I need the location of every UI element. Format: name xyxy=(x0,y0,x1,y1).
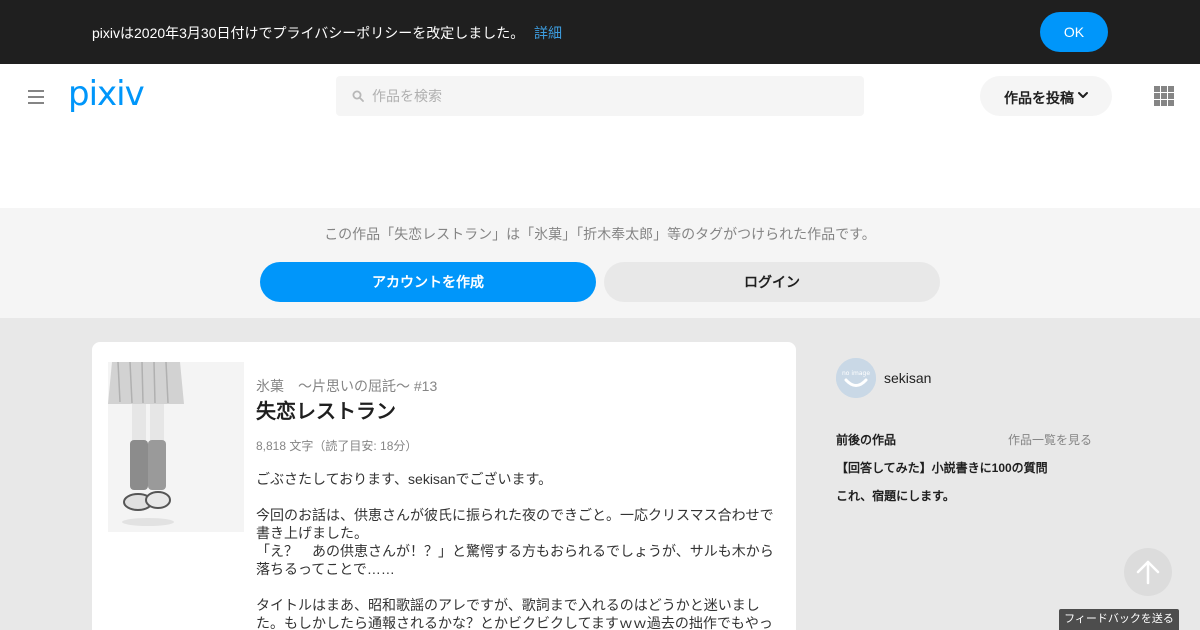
login-button[interactable]: ログイン xyxy=(604,262,940,302)
feedback-button[interactable]: フィードバックを送る xyxy=(1059,609,1179,630)
cover-illustration xyxy=(108,362,244,532)
caption-spacer xyxy=(256,578,780,596)
post-work-label: 作品を投稿 xyxy=(1004,90,1074,106)
next-work-link[interactable]: 【回答してみた】小説書きに100の質問 xyxy=(836,459,1048,476)
arrow-up-icon xyxy=(1136,560,1160,585)
signup-band: この作品「失恋レストラン」は「氷菓」「折木奉太郎」等のタグがつけられた作品です。… xyxy=(0,208,1200,318)
main-content: 氷菓 ～片思いの屈託～ #13 失恋レストラン 8,818 文字（読了目安: 1… xyxy=(0,318,1200,630)
caption-line: ごぶさたしております、sekisanでございます。 xyxy=(256,471,553,487)
search-input[interactable] xyxy=(372,76,852,116)
site-header: pixiv 作品を投稿 xyxy=(0,64,1200,208)
scroll-top-button[interactable] xyxy=(1124,548,1172,596)
search-box xyxy=(336,76,864,116)
avatar[interactable]: no image xyxy=(836,358,876,398)
word-count: 8,818 文字（読了目安: 18分） xyxy=(256,439,418,453)
post-work-button[interactable]: 作品を投稿 xyxy=(980,76,1112,116)
cover-image[interactable] xyxy=(108,362,244,532)
pixiv-logo[interactable]: pixiv xyxy=(68,74,145,114)
search-icon xyxy=(352,90,364,102)
work-caption: ごぶさたしております、sekisanでございます。 今回のお話は、供恵さんが彼氏… xyxy=(256,470,780,630)
view-all-works-link[interactable]: 作品一覧を見る xyxy=(1008,431,1092,448)
series-link[interactable]: 氷菓 ～片思いの屈託～ #13 xyxy=(256,376,437,396)
privacy-banner: pixivは2020年3月30日付けでプライバシーポリシーを改定しました。 詳細… xyxy=(0,0,1200,64)
caption-line: 今回のお話は、供恵さんが彼氏に振られた夜のできごと。一応クリスマス合わせで書き上… xyxy=(256,507,774,541)
tag-description: この作品「失恋レストラン」は「氷菓」「折木奉太郎」等のタグがつけられた作品です。 xyxy=(324,226,876,242)
previous-work-link[interactable]: これ、宿題にします。 xyxy=(836,487,955,504)
author-name[interactable]: sekisan xyxy=(884,370,931,386)
adjacent-works-heading: 前後の作品 xyxy=(836,433,897,447)
work-title: 失恋レストラン xyxy=(256,401,396,423)
hamburger-icon[interactable] xyxy=(28,90,44,104)
privacy-banner-message: pixivは2020年3月30日付けでプライバシーポリシーを改定しました。 xyxy=(92,25,525,41)
chevron-down-icon xyxy=(1078,92,1088,98)
work-card: 氷菓 ～片思いの屈託～ #13 失恋レストラン 8,818 文字（読了目安: 1… xyxy=(92,342,796,630)
caption-spacer xyxy=(256,488,780,506)
caption-line: タイトルはまあ、昭和歌謡のアレですが、歌詞まで入れるのはどうかと迷いました。もし… xyxy=(256,597,773,630)
create-account-button[interactable]: アカウントを作成 xyxy=(260,262,596,302)
privacy-ok-button[interactable]: OK xyxy=(1040,12,1108,52)
avatar-text: no image xyxy=(842,370,870,377)
privacy-details-link[interactable]: 詳細 xyxy=(534,23,562,43)
no-image-avatar-icon: no image xyxy=(836,358,876,398)
grid-icon[interactable] xyxy=(1154,86,1174,106)
caption-line: 「え？ あの供恵さんが！？」と驚愕する方もおられるでしょうが、サルも木から落ちる… xyxy=(256,543,774,577)
